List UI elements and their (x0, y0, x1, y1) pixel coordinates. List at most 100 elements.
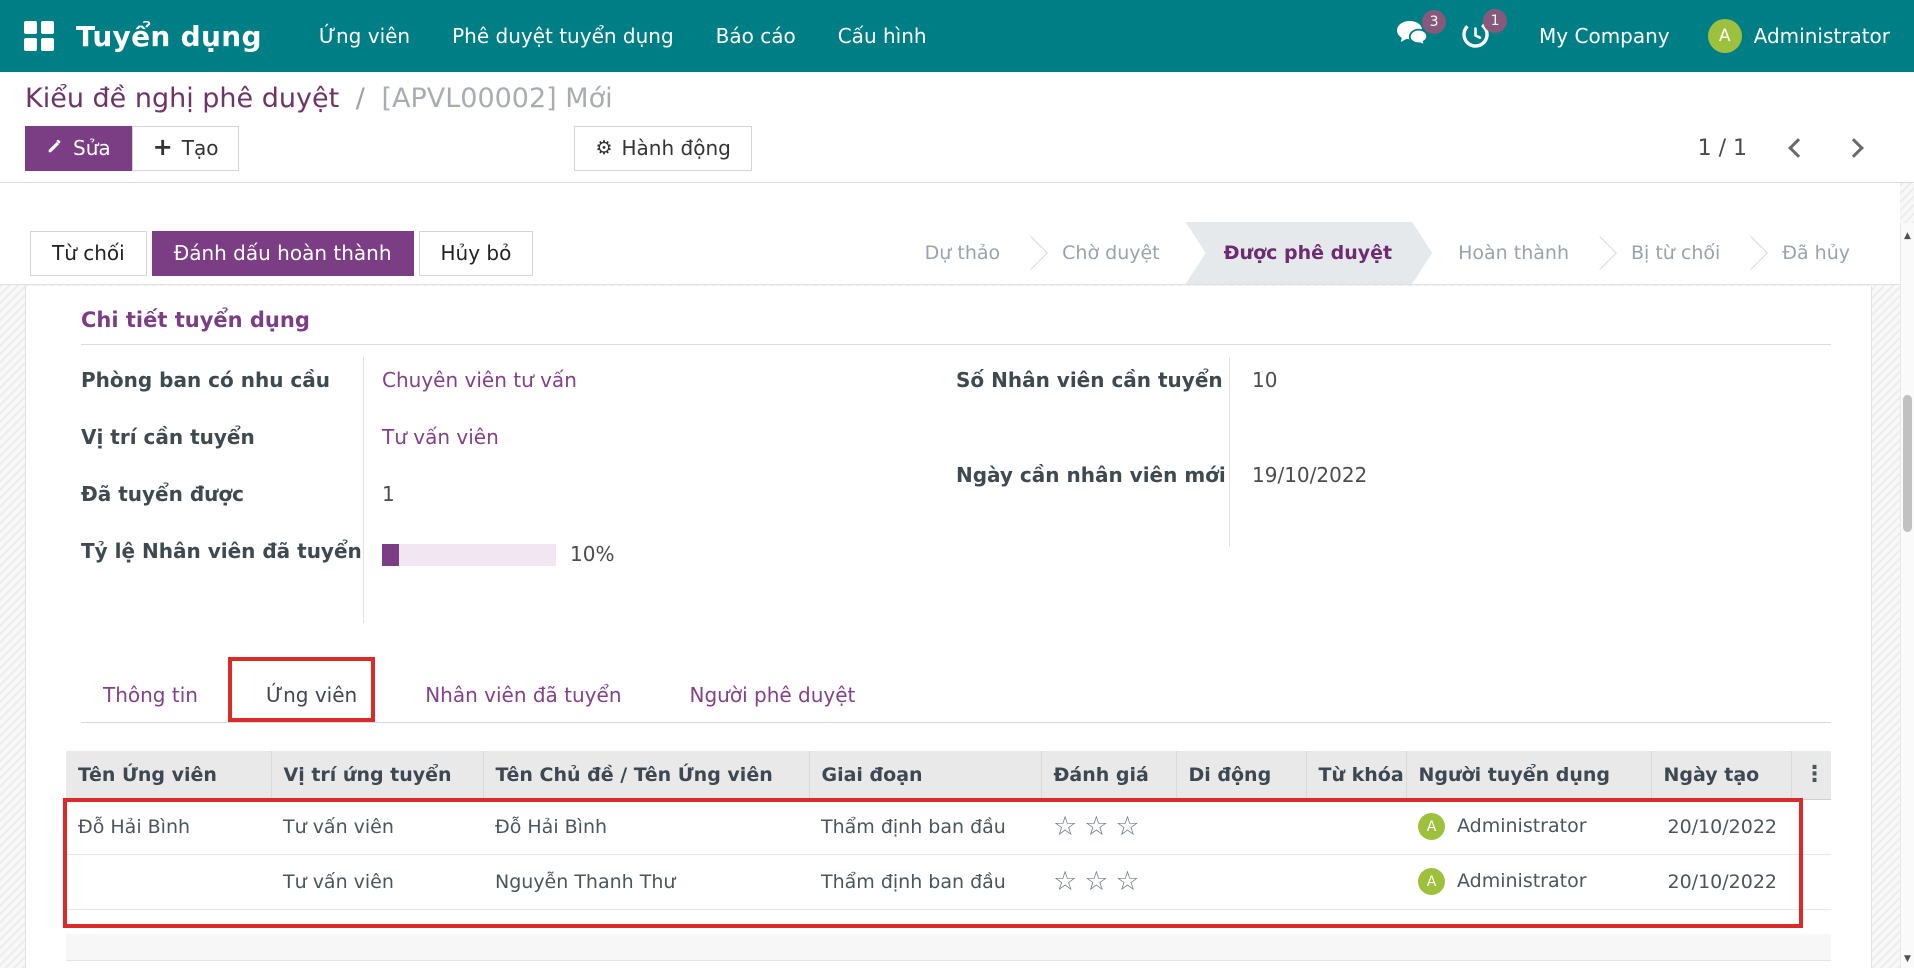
action-menu-button[interactable]: ⚙ Hành động (574, 126, 751, 171)
stage-refused[interactable]: Bị từ chối (1605, 222, 1746, 284)
messages-button[interactable]: 3 (1396, 20, 1430, 52)
create-button-label: Tạo (182, 136, 219, 160)
progress-bar (382, 544, 556, 566)
field-label: Ngày cần nhân viên mới (956, 452, 1229, 547)
edit-button[interactable]: Sửa (25, 126, 132, 171)
nav-item-candidates[interactable]: Ứng viên (298, 0, 431, 72)
nav-item-recruitment-approvals[interactable]: Phê duyệt tuyển dụng (431, 0, 695, 72)
scroll-up-icon[interactable]: ▲ (1901, 231, 1914, 241)
table-empty-space (66, 910, 1831, 924)
field-label: Vị trí cần tuyển (81, 414, 363, 471)
stage-draft[interactable]: Dự thảo (899, 222, 1026, 284)
field-value: 1 (363, 471, 841, 528)
form-view-area: Từ chối Đánh dấu hoàn thành Hủy bỏ Dự th… (0, 183, 1914, 968)
breadcrumb-separator: / (356, 83, 365, 114)
column-stage[interactable]: Giai đoạn (809, 751, 1041, 799)
field-job-position: Vị trí cần tuyển Tư vấn viên (81, 414, 841, 471)
field-value-link[interactable]: Chuyên viên tư vấn (363, 357, 841, 414)
field-hired-count: Đã tuyển được 1 (81, 471, 841, 528)
scrollbar-thumb[interactable] (1903, 395, 1912, 532)
table-row[interactable]: Đỗ Hải Bình Tư vấn viên Đỗ Hải Bình Thẩm… (66, 799, 1831, 854)
field-value-progress: 10% (363, 528, 841, 623)
activities-button[interactable]: 1 (1460, 19, 1491, 54)
tab-information[interactable]: Thông tin (81, 667, 220, 723)
cell-created-date: 20/10/2022 (1651, 799, 1791, 854)
cell-stage: Thẩm định ban đầu (809, 799, 1041, 854)
cell-recruiter: A Administrator (1406, 854, 1651, 909)
field-value-link[interactable]: Tư vấn viên (363, 414, 841, 471)
vertical-scrollbar[interactable]: ▲ ▼ (1900, 223, 1914, 968)
user-avatar[interactable]: A (1708, 19, 1742, 53)
column-applied-position[interactable]: Vị trí ứng tuyển (271, 751, 483, 799)
column-recruiter[interactable]: Người tuyển dụng (1406, 751, 1651, 799)
breadcrumb-current: [APVL00002] Mới (381, 83, 612, 114)
field-label: Phòng ban có nhu cầu (81, 357, 363, 414)
cell-keyword (1306, 799, 1406, 854)
field-group-left: Phòng ban có nhu cầu Chuyên viên tư vấn … (81, 357, 841, 623)
cancel-button[interactable]: Hủy bỏ (419, 231, 534, 276)
recruiter-avatar: A (1418, 868, 1445, 895)
cell-mobile (1176, 854, 1306, 909)
refuse-button[interactable]: Từ chối (30, 231, 147, 276)
table-options-header: ⋮ (1791, 751, 1831, 799)
control-panel: Kiểu đề nghị phê duyệt / [APVL00002] Mới… (0, 72, 1914, 183)
stage-waiting[interactable]: Chờ duyệt (1036, 222, 1185, 284)
form-sheet: Chi tiết tuyển dụng Phòng ban có nhu cầu… (25, 286, 1872, 968)
pager: 1 / 1 (1698, 136, 1889, 161)
pager-count: 1 / 1 (1698, 136, 1747, 161)
mark-done-button[interactable]: Đánh dấu hoàn thành (152, 231, 414, 276)
column-subject-name[interactable]: Tên Chủ đề / Tên Ứng viên (483, 751, 809, 799)
column-candidate-name[interactable]: Tên Ứng viên (66, 751, 271, 799)
field-value: 19/10/2022 (1229, 452, 1791, 547)
pager-previous-icon[interactable] (1788, 138, 1808, 158)
column-keyword[interactable]: Từ khóa (1306, 751, 1406, 799)
cell-created-date: 20/10/2022 (1651, 854, 1791, 909)
candidates-table: Tên Ứng viên Vị trí ứng tuyển Tên Chủ đề… (66, 751, 1831, 924)
cell-candidate-name: Đỗ Hải Bình (66, 799, 271, 854)
stage-cancelled[interactable]: Đã hủy (1756, 222, 1876, 284)
rating-stars[interactable]: ☆☆☆ (1053, 866, 1147, 897)
recruiter-name: Administrator (1457, 870, 1587, 892)
app-name[interactable]: Tuyển dụng (76, 20, 262, 53)
stage-approved[interactable]: Được phê duyệt (1186, 222, 1433, 284)
cell-applied-position: Tư vấn viên (271, 854, 483, 909)
field-date-needed: Ngày cần nhân viên mới 19/10/2022 (956, 452, 1791, 547)
stage-done[interactable]: Hoàn thành (1432, 222, 1595, 284)
section-divider (81, 344, 1831, 345)
column-options-icon[interactable]: ⋮ (1804, 762, 1826, 787)
company-switcher[interactable]: My Company (1539, 24, 1670, 48)
create-button[interactable]: + Tạo (132, 126, 240, 171)
pencil-icon (46, 136, 64, 160)
gear-icon: ⚙ (595, 139, 612, 158)
cell-keyword (1306, 854, 1406, 909)
nav-item-reports[interactable]: Báo cáo (695, 0, 817, 72)
apps-grid-icon[interactable] (24, 21, 54, 51)
rating-stars[interactable]: ☆☆☆ (1053, 811, 1147, 842)
field-label: Đã tuyển được (81, 471, 363, 528)
pager-next-icon[interactable] (1844, 138, 1864, 158)
tab-approvers[interactable]: Người phê duyệt (668, 667, 878, 723)
statusbar-buttons: Từ chối Đánh dấu hoàn thành Hủy bỏ (0, 231, 533, 276)
cell-recruiter: AAdministrator (1406, 799, 1651, 854)
recruiter-avatar: A (1418, 813, 1445, 840)
breadcrumb-parent-link[interactable]: Kiểu đề nghị phê duyệt (25, 83, 339, 114)
cell-mobile (1176, 799, 1306, 854)
column-mobile[interactable]: Di động (1176, 751, 1306, 799)
user-menu[interactable]: Administrator (1754, 24, 1890, 48)
cell-subject-name: Đỗ Hải Bình (483, 799, 809, 854)
field-hired-ratio: Tỷ lệ Nhân viên đã tuyển 10% (81, 528, 841, 623)
cell-applied-position: Tư vấn viên (271, 799, 483, 854)
statusbar: Từ chối Đánh dấu hoàn thành Hủy bỏ Dự th… (0, 183, 1900, 285)
cell-stage: Thẩm định ban đầu (809, 854, 1041, 909)
action-button-label: Hành động (622, 136, 731, 160)
table-row[interactable]: Tư vấn viên Nguyễn Thanh Thư Thẩm định b… (66, 854, 1831, 909)
tab-candidates[interactable]: Ứng viên (244, 667, 379, 723)
tab-hired-employees[interactable]: Nhân viên đã tuyển (403, 667, 643, 723)
field-label: Số Nhân viên cần tuyển (956, 357, 1229, 452)
nav-item-settings[interactable]: Cấu hình (817, 0, 948, 72)
cell-rating: ☆☆☆ (1041, 799, 1176, 854)
control-panel-buttons: Sửa + Tạo ⚙ Hành động 1 / 1 (25, 125, 1889, 171)
column-created-date[interactable]: Ngày tạo (1651, 751, 1791, 799)
column-rating[interactable]: Đánh giá (1041, 751, 1176, 799)
scroll-down-icon[interactable]: ▼ (1901, 954, 1914, 964)
